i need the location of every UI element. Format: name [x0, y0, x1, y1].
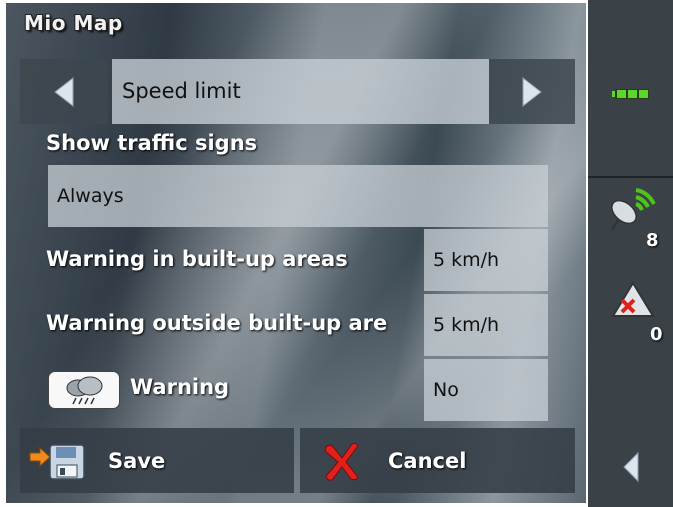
outside-warning-value[interactable]: 5 km/h	[424, 294, 548, 356]
back-arrow-icon	[623, 451, 639, 483]
category-label: Speed limit	[112, 59, 489, 124]
cancel-button[interactable]: Cancel	[300, 428, 575, 493]
weather-warning-value[interactable]: No	[424, 359, 548, 421]
save-button[interactable]: Save	[20, 428, 294, 493]
traffic-alert-status[interactable]: 0	[588, 272, 673, 362]
alert-count: 0	[650, 324, 663, 345]
battery-status	[588, 0, 673, 175]
rain-cloud-icon	[48, 371, 120, 409]
back-control[interactable]	[588, 365, 673, 507]
next-button[interactable]	[489, 59, 575, 124]
right-arrow-icon	[522, 76, 542, 107]
main-panel: Mio Map Speed limit Show traffic signs A…	[6, 3, 586, 503]
red-x-icon	[324, 442, 359, 481]
weather-warning-label: Warning	[130, 375, 230, 399]
builtup-warning-value[interactable]: 5 km/h	[424, 229, 548, 291]
category-navigator: Speed limit	[20, 59, 575, 124]
status-sidebar: 8 0	[588, 0, 673, 507]
gps-status[interactable]: 8	[588, 178, 673, 268]
screen: Mio Map Speed limit Show traffic signs A…	[0, 0, 673, 507]
save-label: Save	[108, 448, 166, 473]
warning-triangle-icon	[611, 281, 655, 317]
outside-warning-label: Warning outside built-up are	[46, 311, 388, 335]
battery-icon	[612, 89, 649, 99]
cancel-label: Cancel	[388, 448, 467, 473]
satellite-count: 8	[646, 230, 659, 251]
traffic-signs-label: Show traffic signs	[46, 131, 258, 155]
left-arrow-icon	[54, 76, 74, 107]
satellite-dish-icon	[610, 188, 656, 231]
action-bar: Save Cancel	[20, 428, 575, 493]
traffic-signs-select[interactable]: Always	[48, 165, 548, 227]
floppy-disk-icon	[29, 443, 85, 480]
previous-button[interactable]	[20, 59, 108, 124]
app-title: Mio Map	[24, 11, 123, 35]
builtup-warning-label: Warning in built-up areas	[46, 247, 348, 271]
